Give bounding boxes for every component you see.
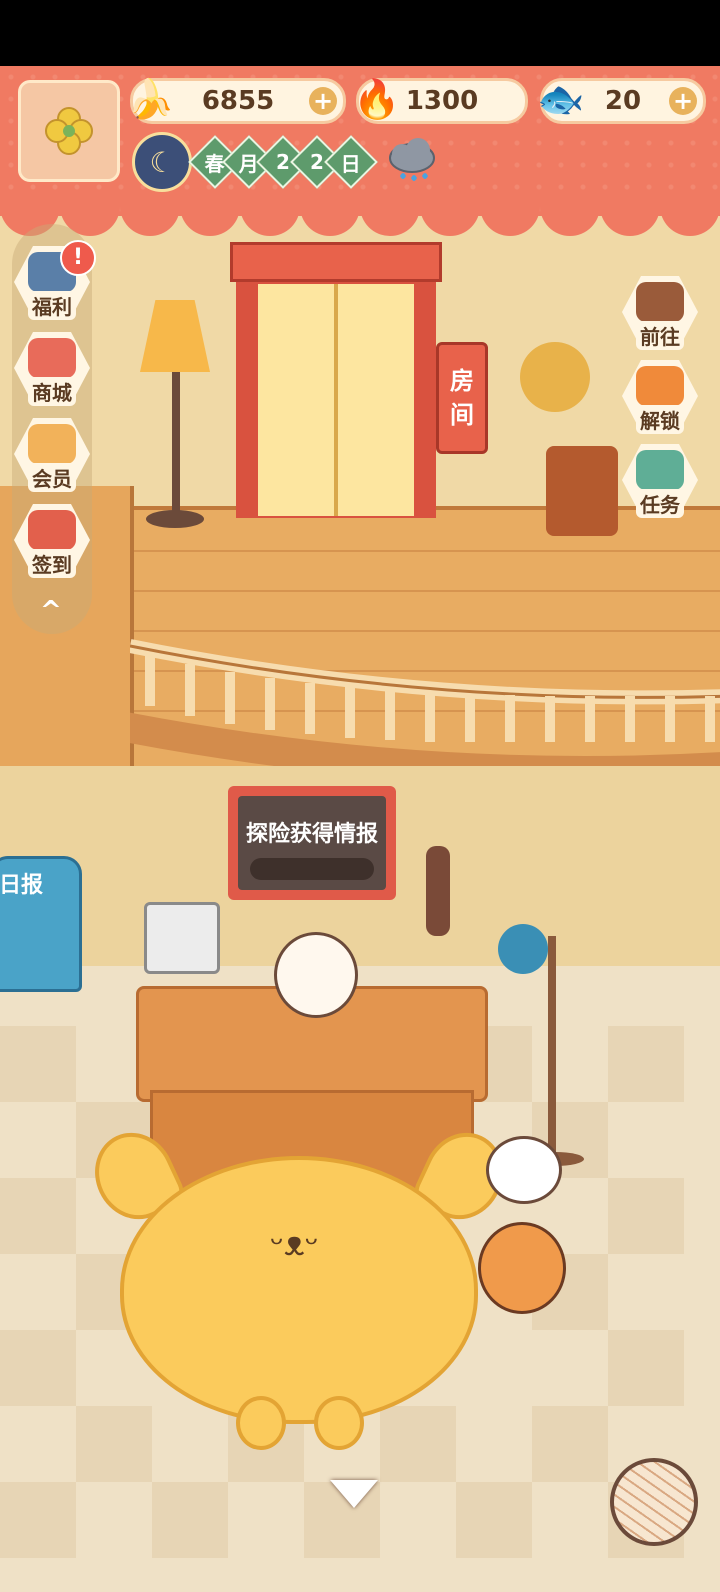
newspaper-label: 日报 <box>0 873 44 898</box>
welfare-button[interactable]: 福利 ! <box>12 240 96 324</box>
thought-bubble[interactable] <box>486 1136 562 1204</box>
fire-fish-count: 1300 <box>405 86 479 116</box>
checkin-button[interactable]: 签到 <box>12 504 92 582</box>
coat-rack <box>548 936 556 1166</box>
player-avatar[interactable] <box>18 80 120 182</box>
game-scene[interactable]: 房 间 探险获得情报 日报 ᵕᴥᵕ 🍌 6855 + 🔥 1300 🐟 20 +… <box>0 66 720 1592</box>
gramophone[interactable] <box>546 446 618 536</box>
banana-count: 6855 <box>201 86 275 116</box>
tasks-label: 任务 <box>636 489 684 518</box>
member-button[interactable]: 会员 <box>12 418 92 496</box>
key-icon <box>636 366 684 406</box>
door-awning <box>230 242 442 282</box>
board-screen: 探险获得情报 <box>238 796 386 890</box>
orange-cat[interactable] <box>478 1222 566 1314</box>
computer-icon[interactable] <box>144 902 220 974</box>
calendar-bar[interactable]: ☾ 春 月 2 2 日 <box>132 132 440 192</box>
add-banana-button[interactable]: + <box>309 87 337 115</box>
add-blue-fish-button[interactable]: + <box>669 87 697 115</box>
shop-label: 商城 <box>28 377 76 406</box>
yarn-ball-button[interactable] <box>610 1458 698 1546</box>
moon-icon: ☾ <box>132 132 192 192</box>
alert-badge: ! <box>60 240 96 276</box>
room-sign-char: 房 <box>450 367 474 395</box>
right-menu-panel: 前往 解锁 任务 <box>620 276 700 586</box>
door-split <box>334 284 338 516</box>
tasks-button[interactable]: 任务 <box>620 444 700 522</box>
left-menu-panel: 福利 ! 商城 会员 签到 ^ <box>12 224 96 634</box>
hat-icon <box>498 924 548 974</box>
adventure-info-board[interactable]: 探险获得情报 <box>228 786 396 900</box>
room-sign[interactable]: 房 间 <box>436 342 488 454</box>
rug-paw <box>236 1396 286 1450</box>
scroll-down-arrow-icon[interactable] <box>330 1480 378 1508</box>
goto-button[interactable]: 前往 <box>620 276 700 354</box>
shop-icon <box>28 338 76 378</box>
welfare-label: 福利 <box>28 291 76 320</box>
scroll-icon <box>636 450 684 490</box>
rain-cloud-icon <box>389 138 435 181</box>
gramophone-horn <box>520 342 590 412</box>
board-progress-bar <box>250 858 374 880</box>
date-chip: 日 <box>324 135 378 189</box>
goto-label: 前往 <box>636 321 684 350</box>
checkin-label: 签到 <box>28 549 76 578</box>
room-sign-char: 间 <box>450 401 474 429</box>
collapse-menu-chevron-icon[interactable]: ^ <box>40 596 62 626</box>
balcony-railing <box>130 639 720 786</box>
fire-fish-counter[interactable]: 🔥 1300 <box>353 77 528 124</box>
rug-face: ᵕᴥᵕ <box>270 1224 319 1264</box>
checkin-icon <box>28 510 76 550</box>
white-cat[interactable] <box>274 932 358 1018</box>
board-title: 探险获得情报 <box>245 822 378 847</box>
daily-newspaper-box[interactable]: 日报 <box>0 856 82 992</box>
blue-fish-count: 20 <box>604 86 642 116</box>
banana-counter[interactable]: 🍌 6855 + <box>127 77 346 124</box>
member-icon <box>28 424 76 464</box>
floor-lamp-base <box>146 510 204 528</box>
shop-button[interactable]: 商城 <box>12 332 92 410</box>
banana-icon: 🍌 <box>127 76 175 121</box>
unlock-button[interactable]: 解锁 <box>620 360 700 438</box>
fire-fish-icon: 🔥 <box>353 76 401 121</box>
cat-rug <box>120 1156 478 1424</box>
floor-lamp-pole <box>172 372 180 522</box>
blue-fish-counter[interactable]: 🐟 20 + <box>537 77 706 124</box>
blue-fish-icon: 🐟 <box>537 76 585 121</box>
oil-lamp-icon <box>426 846 450 936</box>
unlock-label: 解锁 <box>636 405 684 434</box>
clover-icon <box>45 107 93 155</box>
signboard-icon <box>636 282 684 322</box>
member-label: 会员 <box>28 463 76 492</box>
rug-paw <box>314 1396 364 1450</box>
